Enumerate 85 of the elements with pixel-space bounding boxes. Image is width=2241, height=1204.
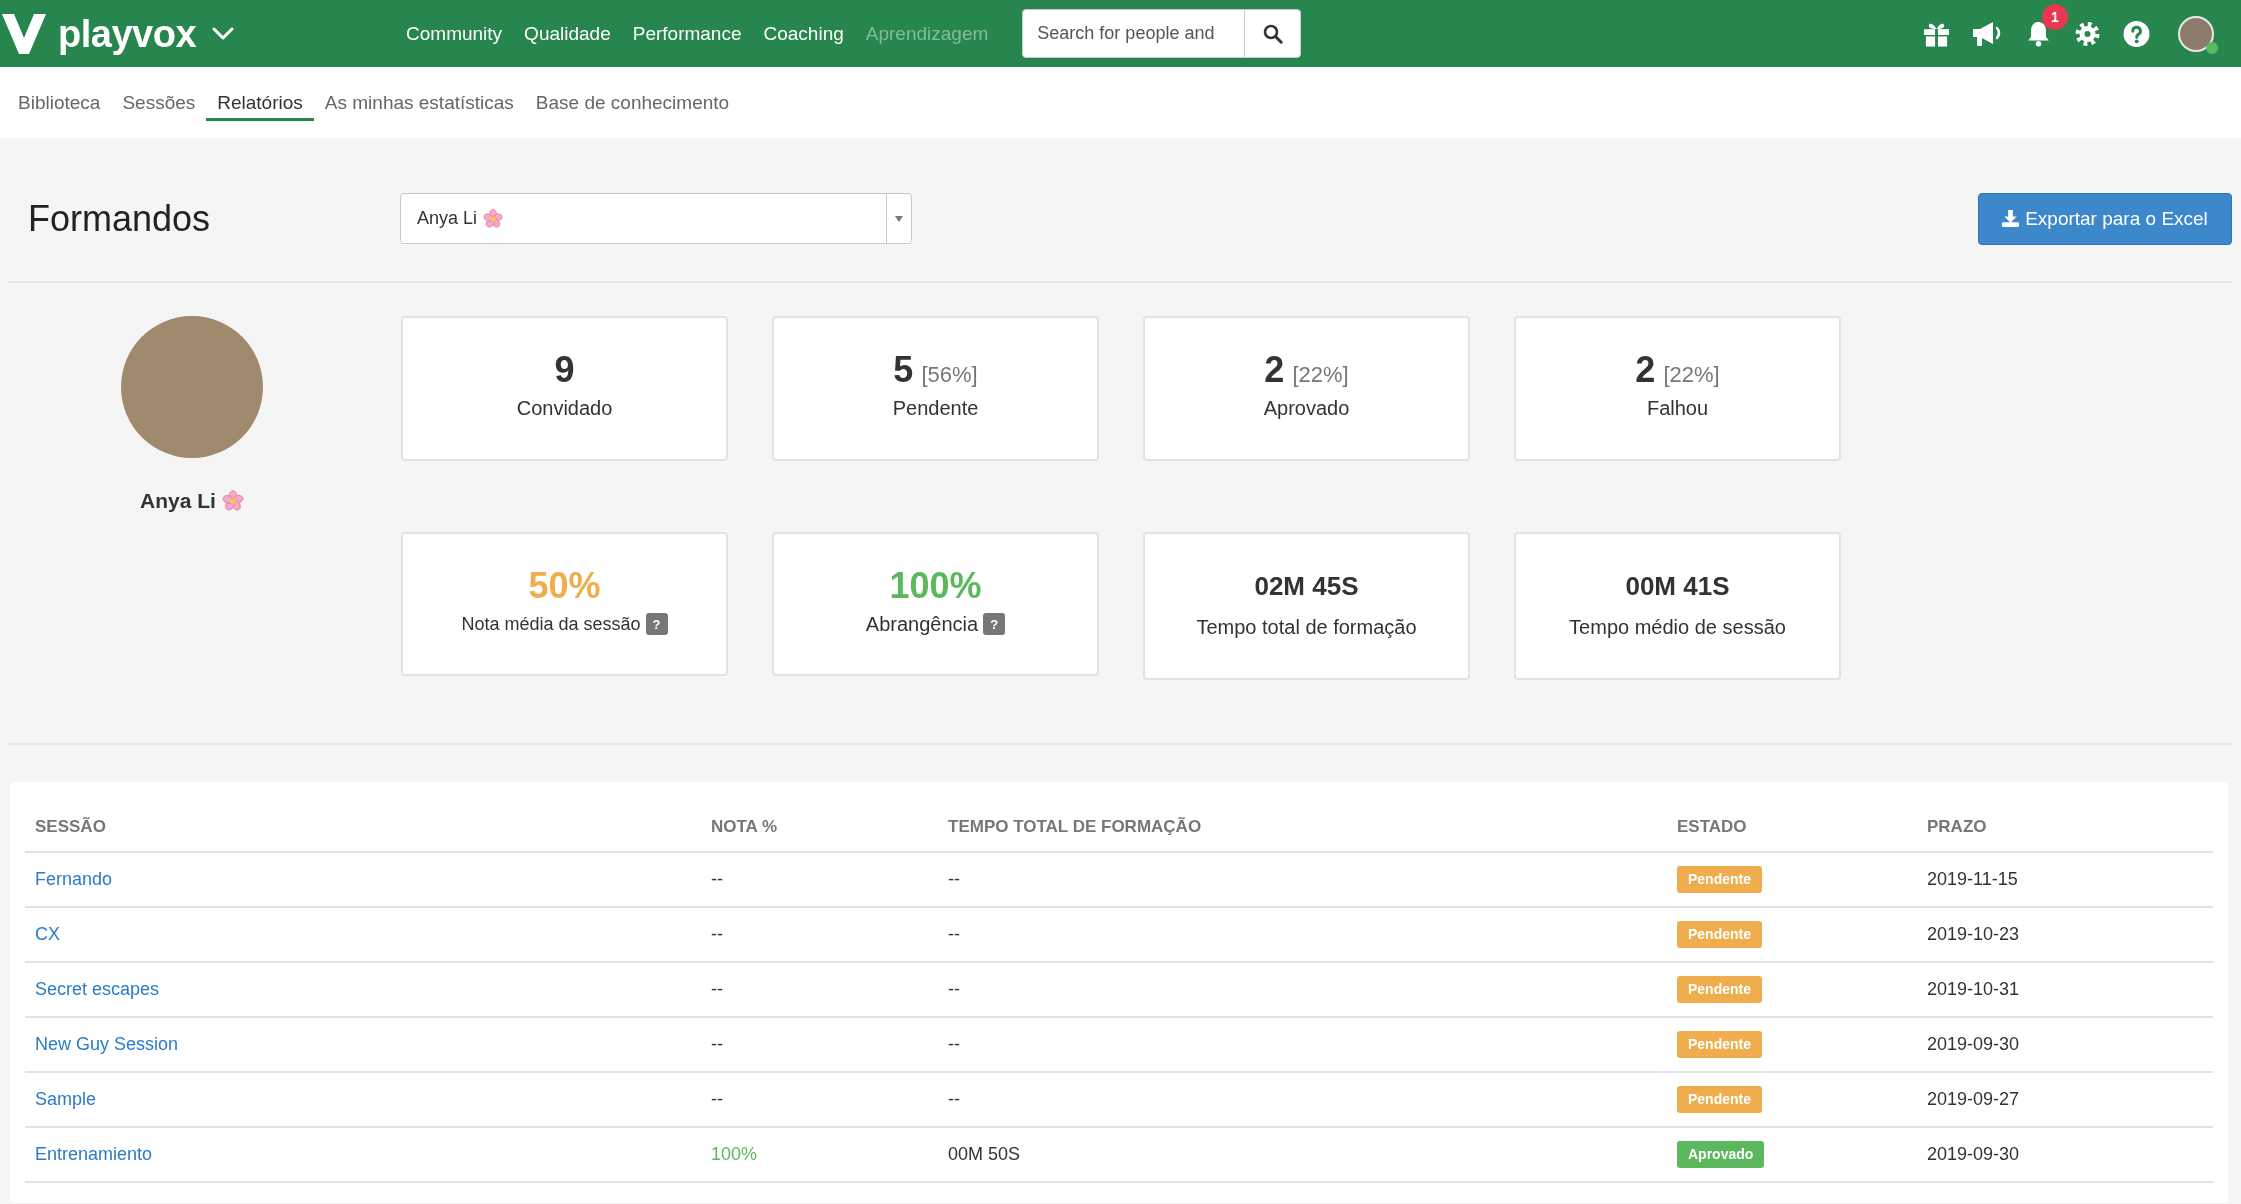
table-cell: --	[701, 962, 938, 1017]
table-cell: --	[938, 962, 1667, 1017]
table-cell: --	[701, 1017, 938, 1072]
help-button[interactable]: ?	[983, 613, 1006, 635]
stat-value: 2	[1635, 349, 1656, 391]
stat-value: 2	[1264, 349, 1285, 391]
column-header: SESSÃO	[25, 802, 701, 852]
settings-icon[interactable]	[2074, 20, 2101, 47]
table-cell: --	[938, 1017, 1667, 1072]
nav-link[interactable]: Qualidade	[524, 22, 611, 45]
download-icon	[2002, 210, 2020, 227]
chevron-down-icon[interactable]	[212, 27, 235, 40]
stat-label: Convidado	[516, 397, 613, 420]
column-header: ESTADO	[1667, 802, 1917, 852]
session-link[interactable]: New Guy Session	[35, 1034, 179, 1054]
metric-value: 00M 41S	[1625, 569, 1730, 602]
table-cell: 2019-10-31	[1917, 962, 2213, 1017]
search-field[interactable]: Search for people and	[1022, 9, 1246, 58]
stat-label: Aprovado	[1263, 397, 1350, 420]
session-link[interactable]: Fernando	[35, 869, 113, 889]
table-cell: --	[938, 907, 1667, 962]
column-header: PRAZO	[1917, 802, 2213, 852]
flower-icon	[221, 490, 244, 512]
metric-value: 50%	[528, 565, 601, 607]
nav-link[interactable]: Community	[406, 22, 503, 45]
status-badge: Pendente	[1677, 921, 1762, 948]
bell-icon[interactable]	[2025, 20, 2052, 47]
help-icon[interactable]	[2123, 20, 2150, 47]
status-badge: Aprovado	[1677, 1141, 1765, 1168]
table-cell: 2019-09-27	[1917, 1072, 2213, 1127]
search-icon	[1262, 23, 1283, 44]
metric-label: Abrangência	[865, 612, 979, 636]
status-badge: Pendente	[1677, 866, 1762, 893]
page-title: Formandos	[27, 197, 212, 240]
session-link[interactable]: Entrenamiento	[35, 1144, 153, 1164]
status-badge: Pendente	[1677, 976, 1762, 1003]
user-avatar[interactable]	[2178, 15, 2214, 52]
column-header: TEMPO TOTAL DE FORMAÇÃO	[938, 802, 1667, 852]
search-button[interactable]	[1244, 9, 1302, 58]
session-link[interactable]: Secret escapes	[35, 979, 160, 999]
logo-text[interactable]: playvox	[58, 14, 197, 53]
export-button[interactable]: Exportar para o Excel	[1978, 192, 2232, 245]
table-cell: 2019-09-30	[1917, 1017, 2213, 1072]
stat-percent: [56%]	[921, 362, 978, 388]
metric-label: Tempo total de formação	[1196, 615, 1417, 639]
column-header: NOTA %	[701, 802, 938, 852]
table-cell: 2019-10-23	[1917, 907, 2213, 962]
nav-tab[interactable]: Biblioteca	[7, 87, 112, 121]
nav-tab[interactable]: Base de conhecimento	[524, 87, 741, 121]
flower-icon	[483, 208, 504, 229]
table-cell: 2019-09-30	[1917, 1127, 2213, 1182]
session-link[interactable]: Sample	[35, 1089, 97, 1109]
metric-value: 02M 45S	[1254, 569, 1359, 602]
stat-value: 9	[554, 349, 575, 391]
metric-label: Tempo médio de sessão	[1569, 615, 1786, 639]
stat-label: Falhou	[1646, 397, 1709, 420]
nav-tab[interactable]: As minhas estatísticas	[313, 87, 525, 121]
stat-percent: [22%]	[1292, 362, 1349, 388]
status-badge: Pendente	[1677, 1086, 1762, 1113]
table-cell: 100%	[701, 1127, 938, 1182]
table-cell: 2019-11-15	[1917, 852, 2213, 907]
table-cell: --	[701, 1072, 938, 1127]
notification-badge: 1	[2042, 3, 2068, 30]
nav-link[interactable]: Coaching	[763, 22, 844, 45]
metric-value: 100%	[889, 564, 982, 607]
stat-value: 5	[893, 349, 914, 391]
profile-name: Anya Li	[140, 489, 216, 513]
table-cell: --	[938, 852, 1667, 907]
help-button[interactable]: ?	[645, 613, 668, 635]
stat-label: Pendente	[892, 397, 979, 420]
megaphone-icon[interactable]	[1972, 20, 2003, 47]
session-link[interactable]: CX	[35, 924, 60, 944]
metric-label: Nota média da sessão	[461, 613, 641, 635]
nav-tab[interactable]: Relatórios	[206, 87, 314, 121]
table-cell: 00M 50S	[938, 1127, 1667, 1182]
status-badge: Pendente	[1677, 1031, 1762, 1058]
nav-tab[interactable]: Sessões	[111, 87, 207, 121]
trainee-select[interactable]: Anya Li	[400, 193, 912, 244]
stat-percent: [22%]	[1663, 362, 1720, 388]
table-cell: --	[701, 852, 938, 907]
nav-link[interactable]: Performance	[632, 22, 742, 45]
caret-icon	[895, 215, 903, 222]
table-cell: --	[938, 1072, 1667, 1127]
table-cell: --	[701, 907, 938, 962]
logo-icon[interactable]	[2, 13, 46, 54]
